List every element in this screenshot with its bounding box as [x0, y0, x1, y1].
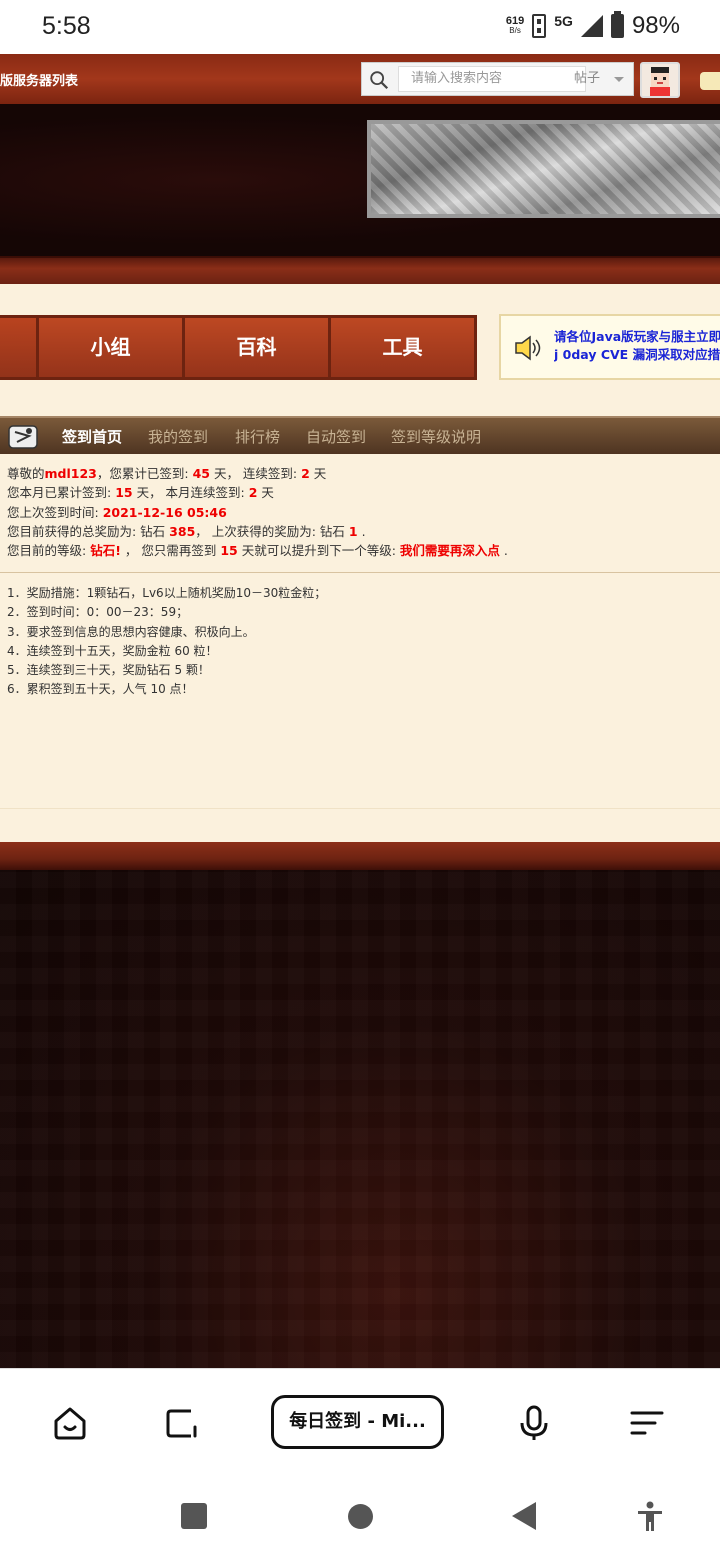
microphone-icon[interactable]	[514, 1403, 554, 1443]
stats-text: ，您累计已签到:	[96, 466, 193, 481]
search-box: 请输入搜索内容 帖子	[361, 62, 634, 96]
avatar-face-icon	[650, 67, 670, 96]
search-icon[interactable]	[368, 69, 390, 91]
sign-in-rules: 1．奖励措施：1颗钻石，Lv6以上随机奖励10－30粒金粒； 2．签到时间：0：…	[7, 584, 326, 700]
last-sign-in-time: 2021-12-16 05:46	[102, 504, 227, 520]
menu-item-groups[interactable]: 小组	[39, 318, 182, 377]
announcement-box[interactable]: 请各位Java版玩家与服主立即 j 0day CVE 漏洞采取对应措施	[499, 314, 720, 380]
announcement-text[interactable]: 请各位Java版玩家与服主立即 j 0day CVE 漏洞采取对应措施	[554, 328, 720, 364]
home-icon[interactable]	[50, 1403, 90, 1443]
last-reward: 1	[348, 523, 358, 539]
stats-line-total: 尊敬的mdl123，您累计已签到: 45 天， 连续签到: 2 天	[7, 464, 508, 483]
next-level: 我们需要再深入点	[399, 543, 500, 559]
menu-left-cap	[0, 318, 36, 377]
stats-text: 您本月已累计签到:	[7, 485, 116, 501]
header-divider	[0, 256, 720, 284]
tab-level-info[interactable]: 签到等级说明	[391, 426, 481, 447]
home-nav-icon[interactable]	[348, 1504, 373, 1529]
tab-my-sign-in[interactable]: 我的签到	[148, 426, 208, 447]
avatar[interactable]	[640, 62, 680, 98]
stats-line-level: 您目前的等级: 钻石! ， 您只需再签到 15 天就可以提升到下一个等级: 我们…	[7, 541, 508, 560]
system-nav-bar	[0, 1473, 720, 1557]
stats-text: .	[499, 543, 508, 559]
status-time: 5:58	[42, 12, 91, 40]
rule-item: 5．连续签到三十天，奖励钻石 5 颗！	[7, 663, 210, 678]
network-type: 5G	[554, 13, 573, 29]
announcement-line-1: 请各位Java版玩家与服主立即	[554, 329, 720, 344]
username: mdl123	[44, 466, 97, 481]
status-bar: 5:58 619 B/s 5G 98%	[0, 0, 720, 54]
search-input[interactable]: 请输入搜索内容	[398, 66, 586, 92]
total-reward: 385	[169, 523, 196, 539]
current-level: 钻石!	[90, 543, 121, 559]
stats-text: .	[357, 523, 366, 539]
net-speed-unit: B/s	[509, 26, 521, 35]
sign-in-stats: 尊敬的mdl123，您累计已签到: 45 天， 连续签到: 2 天 您本月已累计…	[7, 464, 508, 560]
speaker-icon	[515, 335, 541, 361]
streak-days: 2	[301, 466, 310, 481]
stats-text: 您上次签到时间:	[7, 504, 103, 520]
banner-image	[367, 120, 720, 218]
stats-text: 天	[257, 485, 274, 501]
notification-icon[interactable]	[700, 72, 720, 90]
signal-icon	[580, 15, 603, 37]
stats-text: 天	[309, 466, 327, 481]
stats-line-last-time: 您上次签到时间: 2021-12-16 05:46	[7, 503, 508, 522]
stats-line-reward: 您目前获得的总奖励为: 钻石 385， 上次获得的奖励为: 钻石 1 .	[7, 522, 508, 541]
rule-item: 6．累积签到五十天，人气 10 点！	[7, 682, 194, 697]
rule-item: 3．要求签到信息的思想内容健康、积极向上。	[7, 624, 255, 639]
section-divider	[0, 572, 720, 573]
menu-icon[interactable]	[627, 1403, 667, 1443]
battery-icon	[610, 11, 624, 38]
stats-text: 您目前的等级:	[7, 543, 91, 559]
site-header: 版服务器列表 请输入搜索内容 帖子	[0, 54, 720, 104]
section-divider	[0, 808, 720, 809]
footer-divider	[0, 842, 720, 870]
total-days: 45	[192, 466, 210, 481]
tab-leaderboard[interactable]: 排行榜	[235, 426, 280, 447]
rule-item: 2．签到时间：0：00－23：59；	[7, 605, 189, 620]
recents-icon[interactable]	[181, 1503, 207, 1529]
stats-line-month: 您本月已累计签到: 15 天， 本月连续签到: 2 天	[7, 483, 508, 502]
rule-item: 1．奖励措施：1颗钻石，Lv6以上随机奖励10－30粒金粒；	[7, 586, 327, 600]
sign-in-logo-icon	[8, 425, 38, 449]
tab-sign-in-home[interactable]: 签到首页	[62, 426, 122, 447]
announcement-line-2: j 0day CVE 漏洞采取对应措施	[554, 347, 720, 362]
stats-text: 天， 连续签到:	[209, 466, 302, 481]
month-days: 15	[115, 485, 133, 501]
stats-text: ， 您只需再签到	[120, 543, 221, 559]
stats-text: 您目前获得的总奖励为: 钻石	[7, 523, 170, 539]
tabs-icon[interactable]	[161, 1403, 201, 1443]
stats-text: 尊敬的	[7, 466, 45, 481]
sign-in-tabs: 签到首页 我的签到 排行榜 自动签到 签到等级说明	[0, 416, 720, 454]
server-list-link[interactable]: 版服务器列表	[0, 70, 78, 89]
stats-text: 天， 本月连续签到:	[132, 485, 249, 501]
net-speed: 619 B/s	[506, 16, 524, 36]
tab-auto-sign-in[interactable]: 自动签到	[306, 426, 366, 447]
main-menu: 小组 百科 工具	[0, 315, 477, 380]
stats-text: ， 上次获得的奖励为: 钻石	[195, 523, 349, 539]
menu-item-wiki[interactable]: 百科	[185, 318, 328, 377]
status-icons: 619 B/s 5G 98%	[506, 11, 680, 40]
search-type-select[interactable]: 帖子	[568, 66, 632, 92]
accessibility-icon[interactable]	[634, 1500, 666, 1532]
main-content: 小组 百科 工具 请各位Java版玩家与服主立即 j 0day CVE 漏洞采取…	[0, 284, 720, 842]
sim-icon	[532, 14, 547, 38]
page-background	[0, 870, 720, 1368]
days-to-next-level: 15	[220, 543, 238, 559]
battery-percent: 98%	[631, 12, 680, 39]
current-tab-button[interactable]: 每日签到 - Mi...	[271, 1395, 444, 1449]
rule-item: 4．连续签到十五天，奖励金粒 60 粒！	[7, 643, 218, 658]
back-icon[interactable]	[512, 1502, 536, 1530]
stats-text: 天就可以提升到下一个等级:	[237, 543, 400, 559]
menu-item-tools[interactable]: 工具	[331, 318, 474, 377]
browser-toolbar: 每日签到 - Mi...	[0, 1368, 720, 1473]
